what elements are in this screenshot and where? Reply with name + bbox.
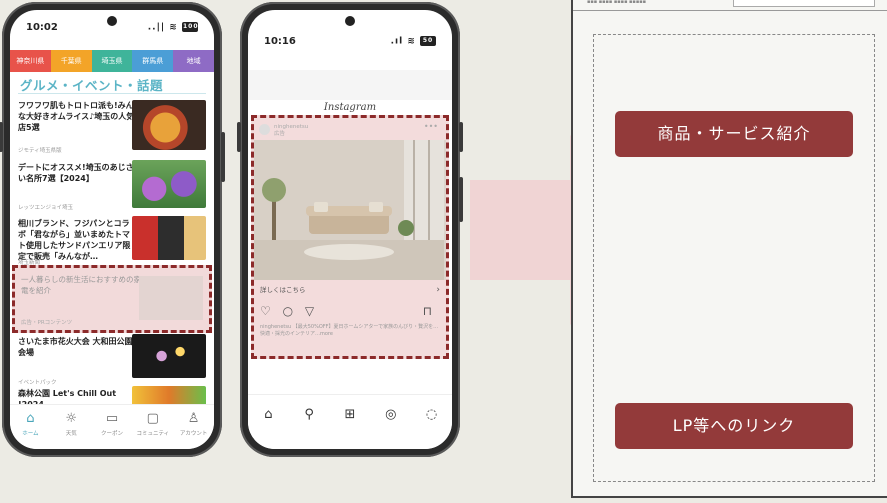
avatar bbox=[259, 124, 270, 135]
article-category: ジモティ埼玉県版 bbox=[18, 148, 62, 154]
instagram-header bbox=[248, 70, 452, 100]
profile-icon[interactable]: ◌ bbox=[411, 395, 452, 449]
panel-top-box bbox=[733, 0, 875, 7]
like-icon[interactable]: ♡ bbox=[260, 304, 271, 318]
cta-label: 詳しくはこちら bbox=[260, 286, 306, 294]
nav-label: アカウント bbox=[179, 431, 208, 437]
ad-article-headline: 一人暮らしの新生活におすすめの家電を紹介 bbox=[21, 275, 141, 295]
front-camera bbox=[345, 16, 355, 26]
list-item[interactable]: フワフワ肌もトロトロ派も!みんな大好きオムライス♪埼玉の人気店5選 ジモティ埼玉… bbox=[18, 98, 206, 156]
side-button bbox=[459, 177, 463, 222]
product-service-button[interactable]: 商品・サービス紹介 bbox=[615, 111, 853, 157]
article-headline: デートにオススメ!埼玉のあじさい名所7選【2024】 bbox=[18, 163, 134, 183]
highlighted-sponsored-post[interactable]: ninghenetsu 広告 ••• 詳しくはこちら › ♡ ○ ▽ ⊓ nin… bbox=[251, 115, 449, 359]
nav-label: ホーム bbox=[22, 431, 39, 437]
section-title: グルメ・イベント・話題 bbox=[20, 78, 164, 93]
article-category: レッツエンジョイ埼玉 bbox=[18, 205, 74, 211]
nav-item[interactable]: ⌂ ホーム bbox=[10, 405, 51, 449]
power-button bbox=[459, 122, 463, 152]
status-icons: .ıl ≋ 50 bbox=[391, 36, 436, 47]
chevron-right-icon: › bbox=[436, 285, 440, 295]
ad-structure-panel: ▪▪▪ ▪▪▪▪ ▪▪▪▪ ▪▪▪▪▪ 商品・サービス紹介 LP等へのリンク bbox=[571, 0, 887, 498]
living-room-illustration bbox=[254, 140, 444, 280]
article-headline: フワフワ肌もトロトロ派も!みんな大好きオムライス♪埼玉の人気店5選 bbox=[18, 101, 135, 132]
signal-wifi-icon: .ıl ≋ bbox=[390, 36, 416, 47]
news-app-phone: 10:02 ..|| ≋ 100 神奈川県 千葉県 埼玉県 群馬県 地域 グルメ・イベン… bbox=[0, 2, 225, 457]
nav-label: コミュニティ bbox=[136, 431, 170, 437]
home-icon: ⌂ bbox=[26, 411, 35, 426]
instagram-logo: Instagram bbox=[323, 102, 377, 113]
ad-article-category: 広告・PRコンテンツ bbox=[21, 320, 73, 326]
account-icon: ♙ bbox=[187, 411, 200, 426]
reels-icon[interactable]: ◎ bbox=[370, 395, 411, 449]
comment-icon[interactable]: ○ bbox=[283, 304, 293, 318]
article-headline: 相川ブランド、フジパンとコラボ「君ながら」並いまめたトマト使用したサンドパンエリ… bbox=[18, 219, 131, 261]
region-tab[interactable]: 千葉県 bbox=[50, 50, 92, 72]
home-icon[interactable]: ⌂ bbox=[248, 395, 289, 449]
news-app-screen: 10:02 ..|| ≋ 100 神奈川県 千葉県 埼玉県 群馬県 地域 グルメ・イベン… bbox=[10, 10, 214, 449]
panel-top-text: ▪▪▪ ▪▪▪▪ ▪▪▪▪ ▪▪▪▪▪ bbox=[587, 0, 646, 5]
front-camera bbox=[107, 16, 117, 26]
nav-label: 天気 bbox=[65, 431, 77, 437]
region-tab[interactable]: 埼玉県 bbox=[91, 50, 133, 72]
signal-wifi-icon: ..|| ≋ bbox=[147, 22, 178, 33]
community-icon: ▢ bbox=[146, 411, 159, 426]
article-category: イベントパック bbox=[18, 380, 57, 386]
post-image bbox=[254, 140, 446, 280]
region-tabs: 神奈川県 千葉県 埼玉県 群馬県 地域 bbox=[10, 50, 214, 72]
article-headline: さいたま市花火大会 大和田公園会場 bbox=[18, 337, 133, 357]
search-icon[interactable]: ⚲ bbox=[289, 395, 330, 449]
power-button bbox=[221, 132, 225, 182]
post-account: ninghenetsu 広告 bbox=[274, 124, 308, 138]
lp-link-button[interactable]: LP等へのリンク bbox=[615, 403, 853, 449]
post-actions: ♡ ○ ▽ ⊓ bbox=[260, 304, 440, 320]
bottom-navigation: ⌂ ⚲ ⊞ ◎ ◌ bbox=[248, 394, 452, 449]
nav-label: クーポン bbox=[100, 431, 123, 437]
ad-content-area: 商品・サービス紹介 LP等へのリンク bbox=[593, 34, 875, 482]
instagram-screen: 10:16 .ıl ≋ 50 Instagram ninghenetsu 広告 … bbox=[248, 10, 452, 449]
save-icon[interactable]: ⊓ bbox=[423, 304, 432, 318]
instagram-phone: 10:16 .ıl ≋ 50 Instagram ninghenetsu 広告 … bbox=[237, 2, 463, 457]
nav-item[interactable]: ♙ アカウント bbox=[173, 405, 214, 449]
nav-item[interactable]: ▢ コミュニティ bbox=[132, 405, 173, 449]
panel-top-strip: ▪▪▪ ▪▪▪▪ ▪▪▪▪ ▪▪▪▪▪ bbox=[573, 0, 887, 11]
bottom-navigation: ⌂ ホーム ☼ 天気 ▭ クーポン ▢ コミュニティ ♙ アカウント bbox=[10, 404, 214, 449]
battery-icon: 50 bbox=[420, 36, 436, 46]
article-thumbnail bbox=[132, 160, 206, 208]
ad-article-thumbnail bbox=[139, 276, 203, 320]
volume-button bbox=[237, 122, 241, 152]
list-item[interactable]: デートにオススメ!埼玉のあじさい名所7選【2024】 レッツエンジョイ埼玉 bbox=[18, 160, 206, 212]
status-icons: ..|| ≋ 100 bbox=[148, 22, 198, 33]
article-thumbnail bbox=[132, 100, 206, 150]
region-tab[interactable]: 神奈川県 bbox=[10, 50, 51, 72]
cta-learn-more[interactable]: 詳しくはこちら › bbox=[254, 280, 446, 300]
article-thumbnail bbox=[132, 334, 206, 378]
nav-item[interactable]: ☼ 天気 bbox=[51, 405, 92, 449]
post-account-name: ninghenetsu bbox=[274, 124, 309, 130]
weather-icon: ☼ bbox=[65, 411, 78, 426]
region-tab[interactable]: 地域 bbox=[173, 50, 214, 72]
highlighted-ad-article[interactable]: 一人暮らしの新生活におすすめの家電を紹介 広告・PRコンテンツ bbox=[12, 265, 212, 333]
nav-item[interactable]: ▭ クーポン bbox=[92, 405, 133, 449]
volume-button bbox=[0, 122, 3, 152]
status-time: 10:16 bbox=[264, 36, 296, 47]
add-post-icon[interactable]: ⊞ bbox=[330, 395, 371, 449]
article-thumbnail bbox=[132, 216, 206, 260]
status-time: 10:02 bbox=[26, 22, 58, 33]
status-bar: 10:16 .ıl ≋ 50 bbox=[264, 36, 436, 52]
post-caption: ninghenetsu 【最大50%OFF】夏日ホームシアターで家族のんびり・贅… bbox=[260, 324, 439, 337]
list-item[interactable]: 相川ブランド、フジパンとコラボ「君ながら」並いまめたトマト使用したサンドパンエリ… bbox=[18, 216, 206, 266]
more-options-icon[interactable]: ••• bbox=[424, 122, 438, 131]
coupon-icon: ▭ bbox=[105, 411, 119, 426]
sponsored-label: 広告 bbox=[274, 131, 286, 137]
list-item[interactable]: さいたま市花火大会 大和田公園会場 bbox=[18, 332, 206, 378]
battery-icon: 100 bbox=[182, 22, 199, 32]
region-tab[interactable]: 群馬県 bbox=[132, 50, 174, 72]
share-icon[interactable]: ▽ bbox=[305, 304, 314, 318]
title-divider bbox=[18, 93, 206, 94]
